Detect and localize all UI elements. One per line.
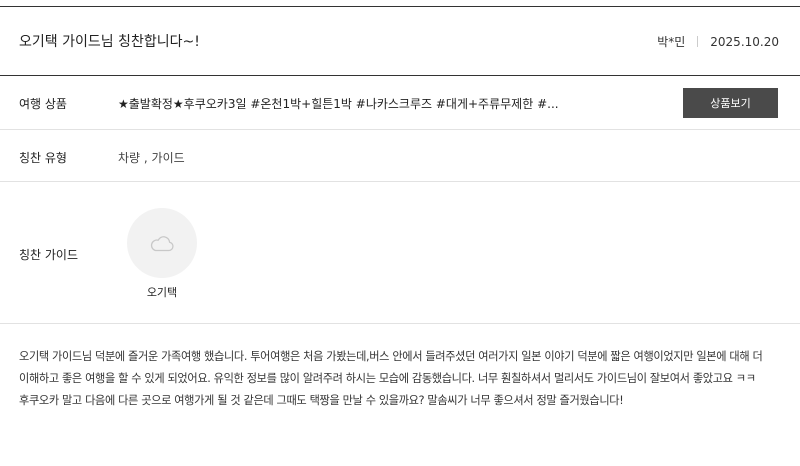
author-name: 박*민 [657,35,686,49]
review-detail: 오기택 가이드님 칭찬합니다~! 박*민 2025.10.20 여행 상품 ★출… [0,0,800,466]
view-product-button[interactable]: 상품보기 [683,88,778,118]
review-date: 2025.10.20 [710,34,779,49]
product-label: 여행 상품 [19,97,67,111]
praise-type-row: 칭찬 유형 차량 , 가이드 [0,130,800,182]
review-body: 오기택 가이드님 덕분에 즐거운 가족여행 했습니다. 투어여행은 처음 가봤는… [19,350,763,407]
review-header: 오기택 가이드님 칭찬합니다~! 박*민 2025.10.20 [0,6,800,76]
guide-name: 오기택 [146,286,178,299]
guide-avatar [127,208,197,278]
meta-divider [697,36,699,47]
review-title: 오기택 가이드님 칭찬합니다~! [19,34,200,50]
praise-type-value: 차량 , 가이드 [118,151,185,165]
guide-row: 칭찬 가이드 오기택 [0,182,800,324]
praise-type-label: 칭찬 유형 [19,151,67,165]
product-name: ★출발확정★후쿠오카3일 #온천1박+힐튼1박 #나카스크루즈 #대게+주류무제… [118,97,558,111]
review-meta: 박*민 2025.10.20 [657,33,779,50]
product-row: 여행 상품 ★출발확정★후쿠오카3일 #온천1박+힐튼1박 #나카스크루즈 #대… [0,76,800,130]
guide-label: 칭찬 가이드 [19,248,79,262]
cloud-icon [150,236,174,252]
